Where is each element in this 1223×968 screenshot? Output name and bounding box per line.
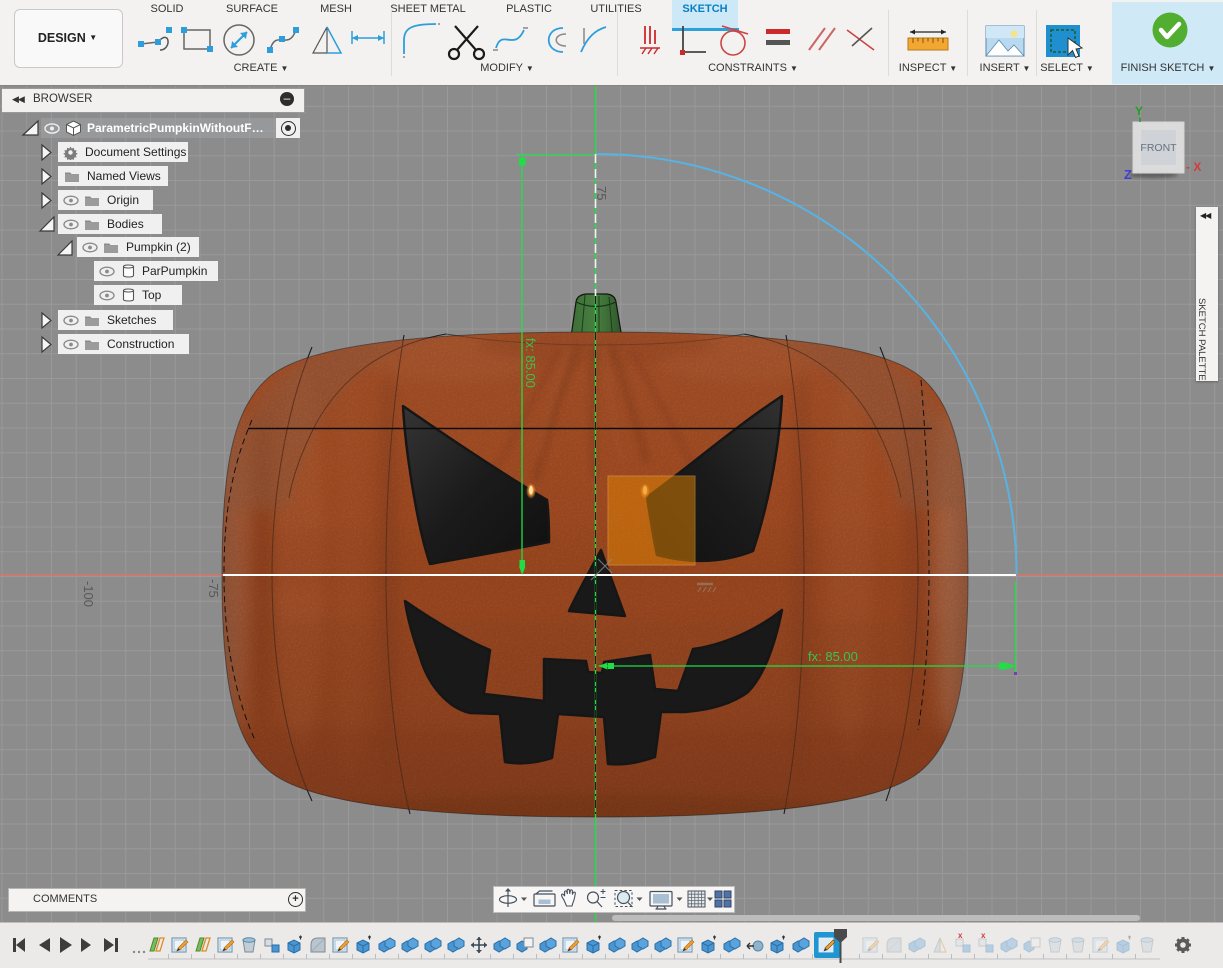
svg-text:Y: Y bbox=[1135, 104, 1143, 118]
svg-text:Z: Z bbox=[1124, 167, 1132, 182]
svg-text:- X: - X bbox=[1186, 160, 1201, 174]
svg-text:-75: -75 bbox=[206, 579, 221, 598]
svg-text:fx: 85.00: fx: 85.00 bbox=[523, 338, 538, 388]
svg-text:x: x bbox=[958, 931, 963, 940]
svg-text:75: 75 bbox=[594, 186, 609, 200]
svg-text:-100: -100 bbox=[81, 581, 96, 607]
svg-text:fx: 85.00: fx: 85.00 bbox=[808, 649, 858, 664]
svg-text:FRONT: FRONT bbox=[1140, 142, 1177, 154]
svg-text:x: x bbox=[981, 931, 986, 940]
